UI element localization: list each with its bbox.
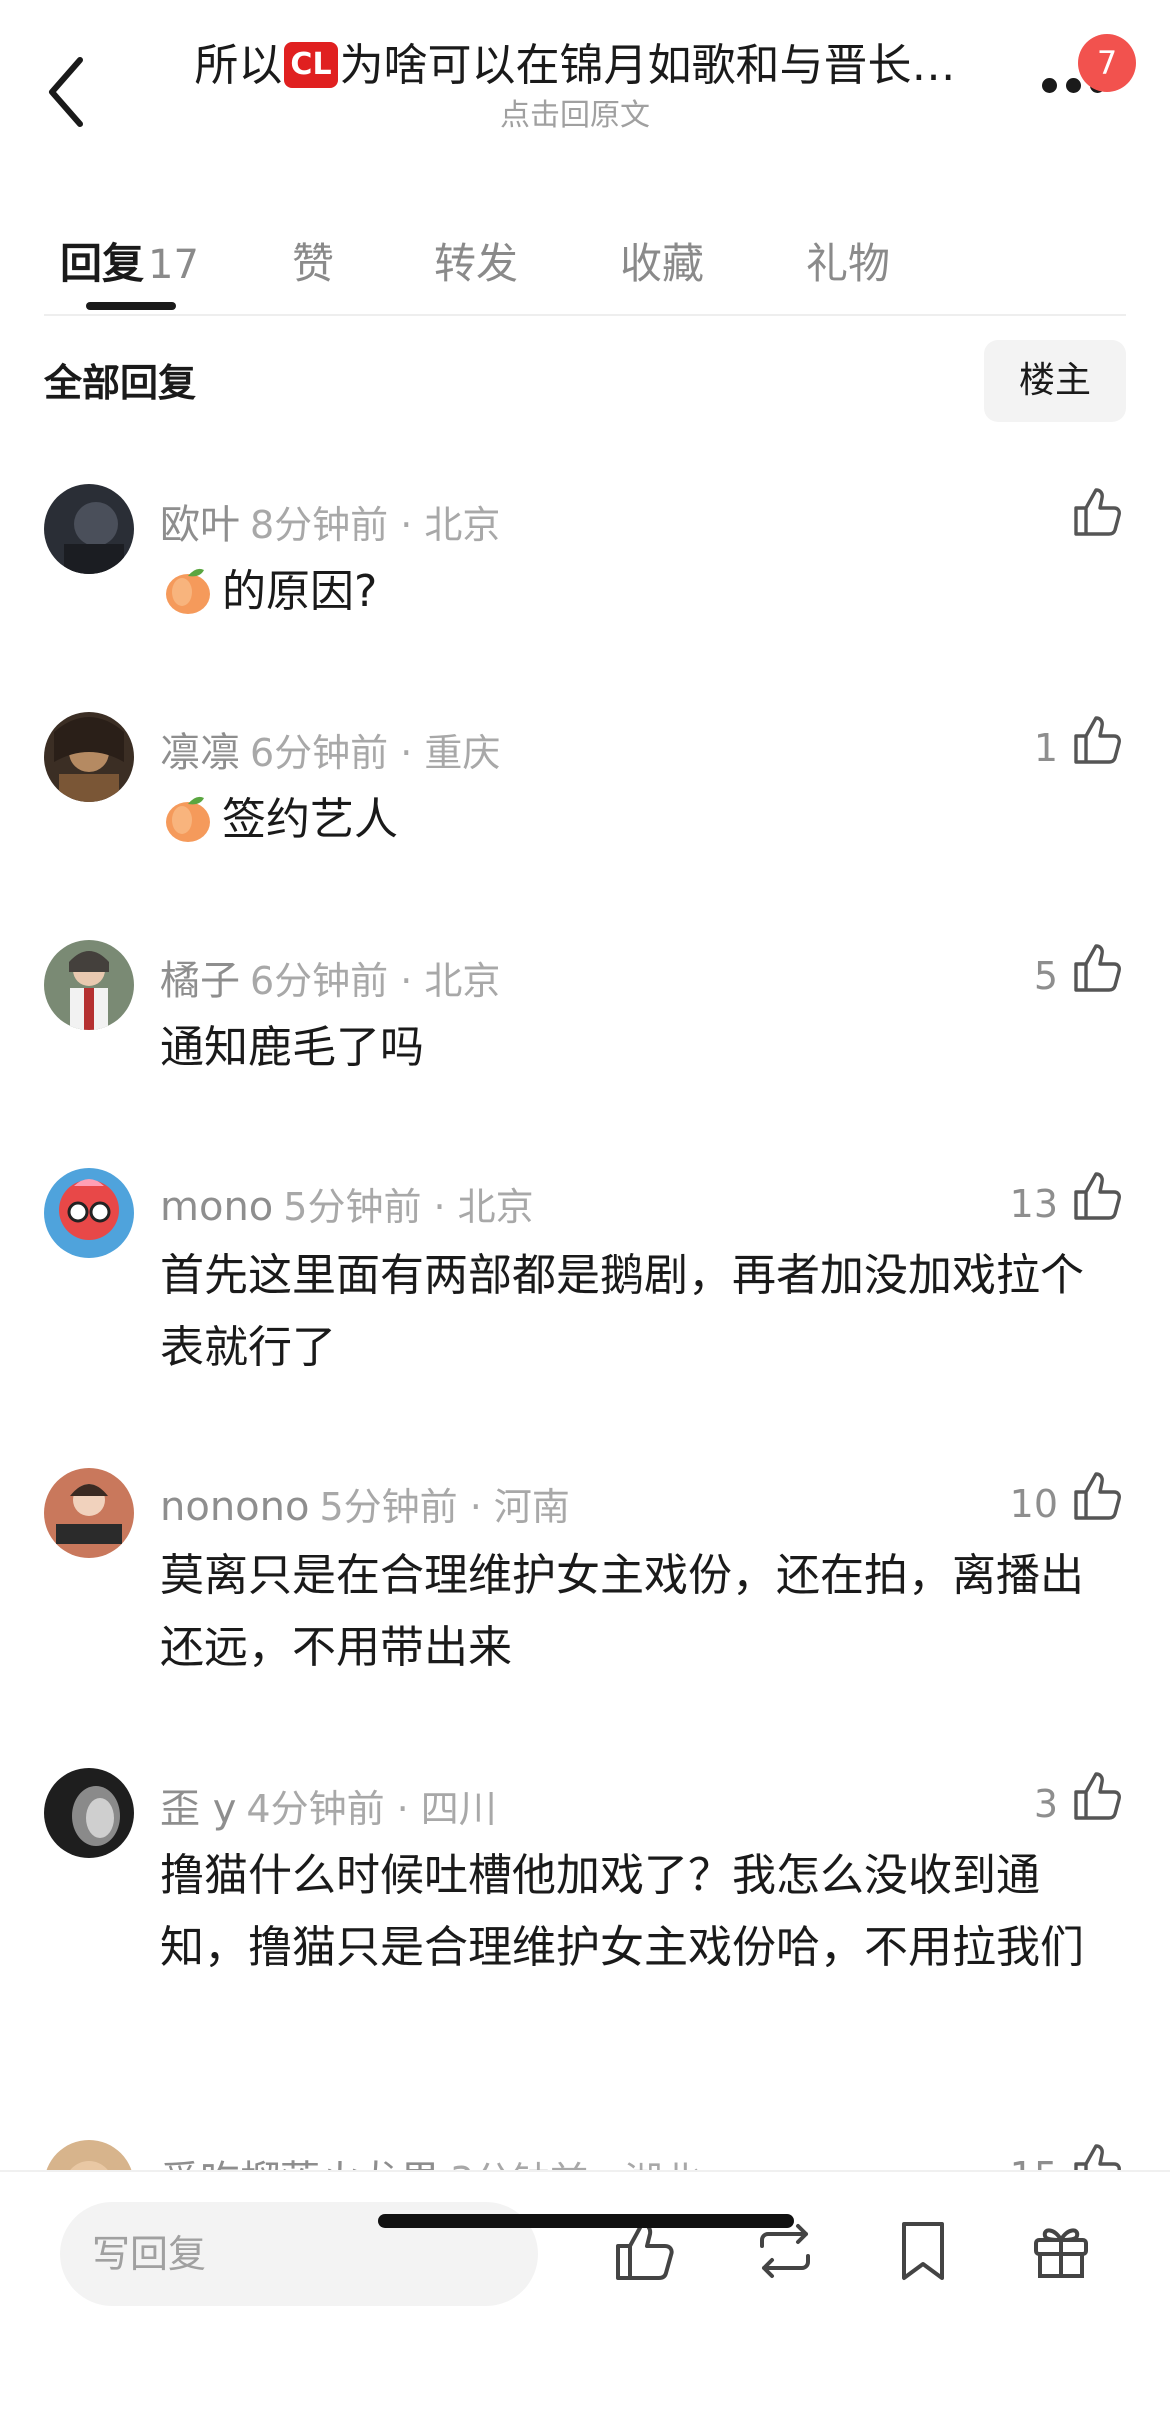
username[interactable]: 凛凛	[160, 730, 240, 776]
avatar[interactable]	[44, 1168, 134, 1258]
thumbs-up-icon	[1074, 1472, 1121, 1520]
like-count: 5	[1033, 954, 1058, 998]
comment-text: 的原因?	[160, 556, 1100, 628]
tab-gifts[interactable]: 礼物	[806, 230, 890, 291]
thumbs-up-icon	[1074, 1172, 1121, 1220]
comment-text: 通知鹿毛了吗	[160, 1022, 424, 1073]
back-to-original-link[interactable]: 点击回原文	[150, 96, 1000, 136]
like-count: 3	[1033, 1782, 1058, 1826]
tab-reposts[interactable]: 转发	[434, 230, 518, 291]
comment-time-location: 4分钟前 · 四川	[246, 1787, 497, 1831]
username[interactable]: mono	[160, 1184, 273, 1230]
notification-badge[interactable]: 7	[1078, 34, 1136, 92]
username[interactable]: 歪 y	[160, 1786, 236, 1832]
like-count: 13	[1009, 1182, 1058, 1226]
avatar[interactable]	[44, 940, 134, 1030]
header-title-block[interactable]: 所以 CL 为啥可以在锦月如歌和与晋长… 点击回原文	[150, 36, 1000, 136]
like-count: 10	[1009, 1482, 1058, 1526]
thumbs-up-icon	[1074, 716, 1121, 764]
owner-only-button[interactable]: 楼主	[984, 340, 1126, 422]
thumbs-up-icon	[1074, 1772, 1121, 1820]
username[interactable]: nonono	[160, 1484, 309, 1530]
avatar[interactable]	[44, 712, 134, 802]
tab-bar: 回复 17 赞 转发 收藏 礼物	[0, 210, 1170, 310]
comment-time-location: 6分钟前 · 重庆	[250, 731, 501, 775]
thumbs-up-icon	[1074, 944, 1121, 992]
peach-emoji-icon	[166, 568, 210, 614]
gift-icon[interactable]	[1026, 2216, 1096, 2286]
reply-count: 17	[148, 242, 199, 288]
tab-likes[interactable]: 赞	[292, 230, 334, 291]
comment-meta: 凛凛 6分钟前 · 重庆	[160, 720, 500, 778]
avatar[interactable]	[44, 484, 134, 574]
thumbs-up-icon	[1074, 488, 1121, 536]
bottom-action-bar	[0, 2170, 1170, 2425]
comment-text: 莫离只是在合理维护女主戏份，还在拍，离播出还远，不用带出来	[160, 1550, 1084, 1673]
comment-meta: mono 5分钟前 · 北京	[160, 1176, 534, 1231]
comment-text: 撸猫什么时候吐槽他加戏了？我怎么没收到通知，撸猫只是合理维护女主戏份哈，不用拉我…	[160, 1850, 1084, 1973]
like-count: 1	[1033, 726, 1058, 770]
active-tab-indicator	[86, 302, 176, 310]
comment-time-location: 8分钟前 · 北京	[250, 503, 501, 547]
username[interactable]: 欧叶	[160, 502, 240, 548]
comment-text: 签约艺人	[160, 784, 1100, 856]
username[interactable]: 橘子	[160, 958, 240, 1004]
post-title: 所以 CL 为啥可以在锦月如歌和与晋长…	[194, 40, 956, 91]
tab-favorites[interactable]: 收藏	[620, 230, 704, 291]
all-replies-title: 全部回复	[44, 361, 197, 405]
comment-text: 首先这里面有两部都是鹅剧，再者加没加戏拉个表就行了	[160, 1250, 1084, 1373]
comment-meta: 橘子 6分钟前 · 北京	[160, 948, 500, 1006]
tab-replies[interactable]: 回复 17	[60, 230, 199, 291]
avatar[interactable]	[44, 1468, 134, 1558]
comment-time-location: 5分钟前 · 北京	[283, 1185, 534, 1229]
cl-emoji-badge: CL	[284, 42, 338, 88]
bookmark-icon[interactable]	[888, 2216, 958, 2286]
peach-emoji-icon	[166, 796, 210, 842]
back-arrow-icon[interactable]	[44, 52, 88, 132]
comment-meta: 欧叶 8分钟前 · 北京	[160, 492, 500, 550]
comment-time-location: 6分钟前 · 北京	[250, 959, 501, 1003]
divider	[44, 314, 1126, 316]
comment-meta: 歪 y 4分钟前 · 四川	[160, 1776, 497, 1834]
comment-time-location: 5分钟前 · 河南	[319, 1485, 570, 1529]
comment-meta: nonono 5分钟前 · 河南	[160, 1476, 570, 1531]
home-indicator	[378, 2214, 794, 2228]
avatar[interactable]	[44, 1768, 134, 1858]
